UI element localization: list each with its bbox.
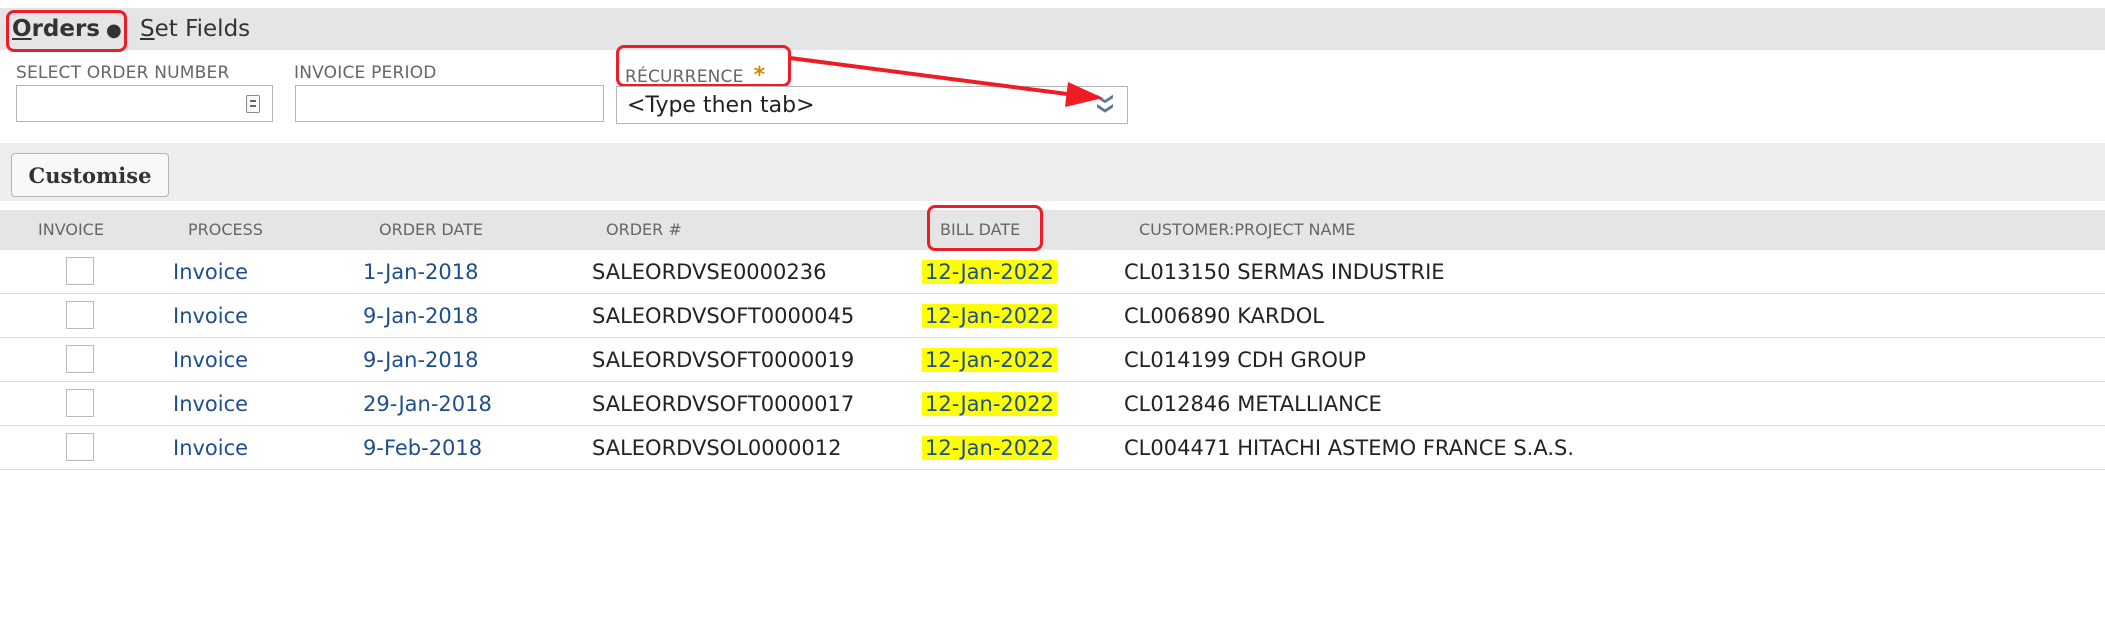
col-process[interactable]: PROCESS <box>188 210 263 250</box>
bill-date-cell[interactable]: 12-Jan-2022 <box>922 382 1057 426</box>
col-customer-project[interactable]: CUSTOMER:PROJECT NAME <box>1139 210 1355 250</box>
toolbar: Customise <box>0 143 2105 201</box>
bill-date-highlight: 12-Jan-2022 <box>922 348 1057 372</box>
customise-button[interactable]: Customise <box>11 153 169 197</box>
recurrence-select[interactable]: <Type then tab> ❯❯ <box>616 86 1128 124</box>
bill-date-highlight: 12-Jan-2022 <box>922 392 1057 416</box>
process-link[interactable]: Invoice <box>173 382 248 426</box>
bill-date-highlight: 12-Jan-2022 <box>922 436 1057 460</box>
invoice-checkbox[interactable] <box>66 301 94 329</box>
order-number-cell: SALEORDVSOFT0000017 <box>592 392 855 416</box>
bill-date-cell[interactable]: 12-Jan-2022 <box>922 338 1057 382</box>
bill-date-highlight: 12-Jan-2022 <box>922 260 1057 284</box>
bill-date-cell[interactable]: 12-Jan-2022 <box>922 294 1057 338</box>
order-number-cell: SALEORDVSOL0000012 <box>592 436 842 460</box>
annotation-box-orders-tab <box>6 10 127 52</box>
table-row: Invoice 9-Feb-2018 SALEORDVSOL0000012 12… <box>0 426 2105 470</box>
order-date-cell[interactable]: 29-Jan-2018 <box>363 382 492 426</box>
invoice-checkbox[interactable] <box>66 257 94 285</box>
process-link[interactable]: Invoice <box>173 250 248 294</box>
col-order-number[interactable]: ORDER # <box>606 210 682 250</box>
col-order-date[interactable]: ORDER DATE <box>379 210 483 250</box>
order-number-input[interactable] <box>16 85 273 122</box>
order-number-cell: SALEORDVSOFT0000019 <box>592 348 855 372</box>
process-link[interactable]: Invoice <box>173 294 248 338</box>
table-row: Invoice 1-Jan-2018 SALEORDVSE0000236 12-… <box>0 250 2105 294</box>
process-link[interactable]: Invoice <box>173 426 248 470</box>
order-date-cell[interactable]: 9-Jan-2018 <box>363 294 479 338</box>
customer-cell: CL004471 HITACHI ASTEMO FRANCE S.A.S. <box>1124 436 1575 460</box>
invoice-period-label: INVOICE PERIOD <box>294 63 437 83</box>
list-picker-icon[interactable] <box>246 95 260 113</box>
process-link[interactable]: Invoice <box>173 338 248 382</box>
tab-set-fields[interactable]: Set Fields <box>140 8 250 50</box>
recurrence-select-value: <Type then tab> <box>627 93 815 118</box>
customer-cell: CL006890 KARDOL <box>1124 304 1324 328</box>
invoice-period-input[interactable] <box>295 85 604 122</box>
order-number-label: SELECT ORDER NUMBER <box>16 63 230 83</box>
customer-cell: CL012846 METALLIANCE <box>1124 392 1382 416</box>
bill-date-cell[interactable]: 12-Jan-2022 <box>922 250 1057 294</box>
invoice-checkbox[interactable] <box>66 389 94 417</box>
bill-date-highlight: 12-Jan-2022 <box>922 304 1057 328</box>
table-header: INVOICE PROCESS ORDER DATE ORDER # BILL … <box>0 210 2105 250</box>
customer-cell: CL014199 CDH GROUP <box>1124 348 1366 372</box>
order-number-cell: SALEORDVSOFT0000045 <box>592 304 855 328</box>
order-date-cell[interactable]: 9-Jan-2018 <box>363 338 479 382</box>
table-row: Invoice 29-Jan-2018 SALEORDVSOFT0000017 … <box>0 382 2105 426</box>
annotation-box-recurrence <box>616 45 791 87</box>
tab-bar: Orders ● Set Fields <box>0 8 2105 50</box>
tab-set-fields-label: et Fields <box>154 16 251 42</box>
invoice-checkbox[interactable] <box>66 433 94 461</box>
col-invoice[interactable]: INVOICE <box>38 210 104 250</box>
bill-date-cell[interactable]: 12-Jan-2022 <box>922 426 1057 470</box>
customer-cell: CL013150 SERMAS INDUSTRIE <box>1124 260 1445 284</box>
table-row: Invoice 9-Jan-2018 SALEORDVSOFT0000045 1… <box>0 294 2105 338</box>
chevron-down-icon[interactable]: ❯❯ <box>1097 92 1116 111</box>
order-date-cell[interactable]: 1-Jan-2018 <box>363 250 479 294</box>
annotation-box-bill-date <box>927 205 1043 251</box>
invoice-checkbox[interactable] <box>66 345 94 373</box>
table-row: Invoice 9-Jan-2018 SALEORDVSOFT0000019 1… <box>0 338 2105 382</box>
tab-set-fields-accesskey: S <box>140 16 155 42</box>
order-date-cell[interactable]: 9-Feb-2018 <box>363 426 482 470</box>
order-number-cell: SALEORDVSE0000236 <box>592 260 827 284</box>
